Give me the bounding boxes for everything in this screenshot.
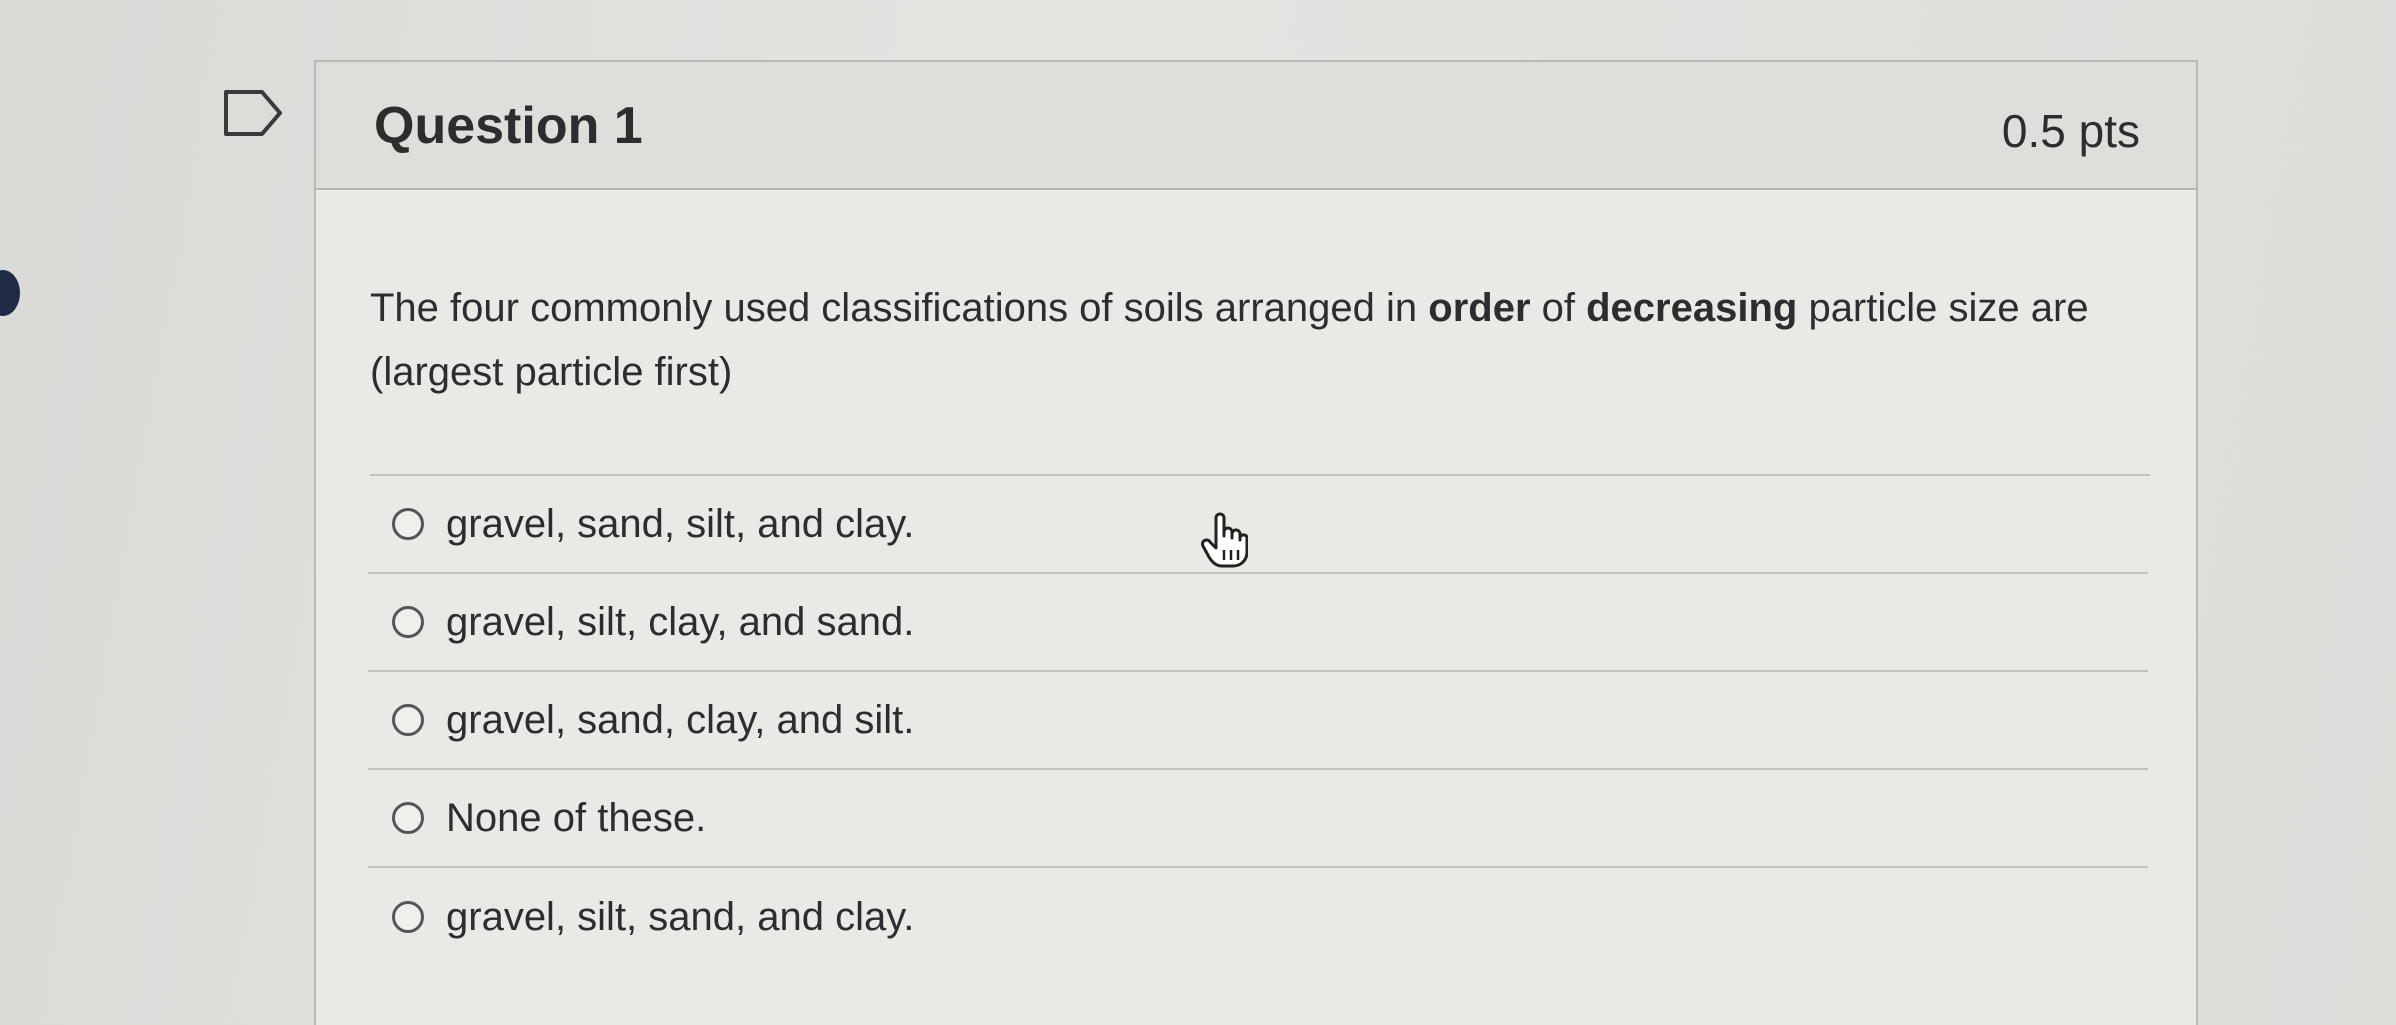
answer-option-3[interactable]: gravel, sand, clay, and silt. xyxy=(368,672,2148,770)
hand-pointer-icon xyxy=(1201,512,1248,568)
radio-button[interactable] xyxy=(392,508,424,540)
side-indicator-dot xyxy=(0,270,20,316)
answer-option-4[interactable]: None of these. xyxy=(368,770,2148,868)
answer-label: gravel, silt, clay, and sand. xyxy=(446,599,915,644)
radio-button[interactable] xyxy=(392,802,424,834)
question-points: 0.5 pts xyxy=(2001,105,2140,157)
answer-label: gravel, sand, clay, and silt. xyxy=(446,697,915,742)
answer-label: None of these. xyxy=(446,795,707,840)
radio-button[interactable] xyxy=(392,901,424,933)
radio-button[interactable] xyxy=(392,606,424,638)
answer-option-1[interactable]: gravel, sand, silt, and clay. xyxy=(368,476,2148,574)
answer-option-2[interactable]: gravel, silt, clay, and sand. xyxy=(368,574,2148,672)
answer-label: gravel, silt, sand, and clay. xyxy=(446,894,915,939)
question-text: The four commonly used classifications o… xyxy=(370,286,2089,394)
answer-label: gravel, sand, silt, and clay. xyxy=(446,501,915,546)
flag-question-icon[interactable] xyxy=(222,88,284,138)
answer-option-5[interactable]: gravel, silt, sand, and clay. xyxy=(368,868,2148,966)
radio-button[interactable] xyxy=(392,704,424,736)
question-card: Question 1 0.5 pts The four commonly use… xyxy=(314,60,2198,1025)
question-header: Question 1 0.5 pts xyxy=(316,62,2196,190)
question-title: Question 1 xyxy=(374,97,643,155)
